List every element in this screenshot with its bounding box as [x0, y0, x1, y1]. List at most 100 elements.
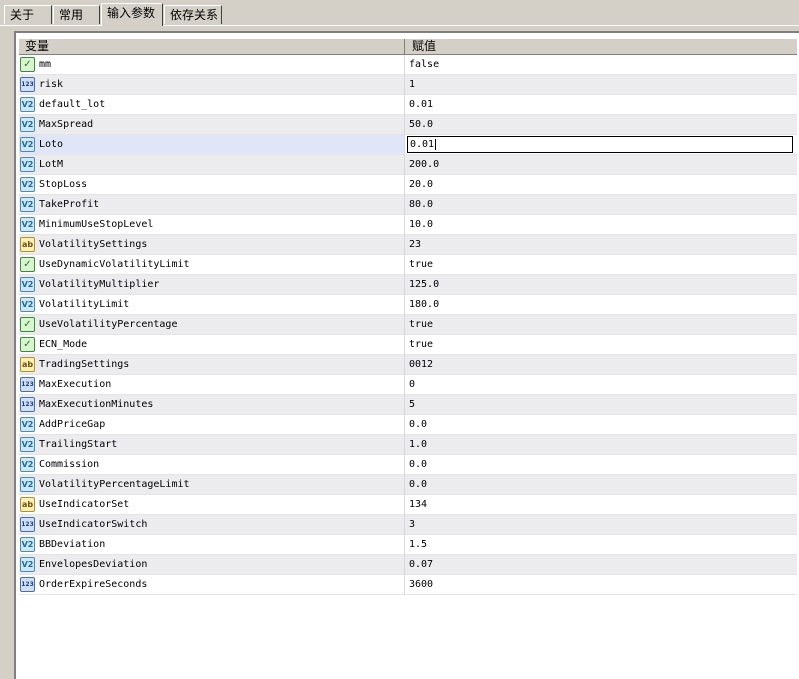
table-row[interactable]: V2 EnvelopesDeviation 0.07 [19, 555, 797, 575]
table-row[interactable]: ✓ mm false [19, 55, 797, 75]
value-cell[interactable]: 50.0 [405, 115, 797, 135]
variable-cell[interactable]: 123 MaxExecutionMinutes [19, 395, 405, 415]
tab-dependencies[interactable]: 依存关系 [164, 5, 222, 24]
table-row[interactable]: ✓ ECN_Mode true [19, 335, 797, 355]
value-cell[interactable]: 0.0 [405, 475, 797, 495]
value-text: 1 [409, 79, 416, 90]
column-header-variable[interactable]: 变量 [19, 39, 405, 55]
value-cell[interactable]: 20.0 [405, 175, 797, 195]
value-cell[interactable]: 1.0 [405, 435, 797, 455]
table-row[interactable]: ab UseIndicatorSet 134 [19, 495, 797, 515]
variable-cell[interactable]: V2 LotM [19, 155, 405, 175]
table-row[interactable]: 123 MaxExecution 0 [19, 375, 797, 395]
table-row[interactable]: V2 LotM 200.0 [19, 155, 797, 175]
variable-cell[interactable]: V2 Loto [19, 135, 405, 155]
variable-cell[interactable]: V2 AddPriceGap [19, 415, 405, 435]
table-row[interactable]: V2 Loto 0.01 [19, 135, 797, 155]
variable-cell[interactable]: V2 BBDeviation [19, 535, 405, 555]
value-cell[interactable]: 200.0 [405, 155, 797, 175]
table-row[interactable]: V2 Commission 0.0 [19, 455, 797, 475]
column-header-value[interactable]: 赋值 [406, 39, 797, 55]
variable-cell[interactable]: ab TradingSettings [19, 355, 405, 375]
value-cell[interactable]: false [405, 55, 797, 75]
variable-name: LotM [39, 159, 64, 170]
variable-cell[interactable]: V2 default_lot [19, 95, 405, 115]
value-cell[interactable]: 0.01 [405, 95, 797, 115]
value-cell[interactable]: 1.5 [405, 535, 797, 555]
string-icon: ab [20, 357, 35, 372]
variable-cell[interactable]: 123 UseIndicatorSwitch [19, 515, 405, 535]
value-cell[interactable]: 0.01 [405, 135, 797, 155]
value-cell[interactable]: 80.0 [405, 195, 797, 215]
variable-cell[interactable]: 123 MaxExecution [19, 375, 405, 395]
table-row[interactable]: V2 MaxSpread 50.0 [19, 115, 797, 135]
variable-cell[interactable]: ✓ UseDynamicVolatilityLimit [19, 255, 405, 275]
table-row[interactable]: V2 default_lot 0.01 [19, 95, 797, 115]
variable-cell[interactable]: V2 MaxSpread [19, 115, 405, 135]
tab-about[interactable]: 关于 [4, 5, 52, 24]
value-cell[interactable]: 1 [405, 75, 797, 95]
variable-cell[interactable]: V2 VolatilityLimit [19, 295, 405, 315]
table-row[interactable]: V2 VolatilityMultiplier 125.0 [19, 275, 797, 295]
table-row[interactable]: ✓ UseVolatilityPercentage true [19, 315, 797, 335]
table-row[interactable]: V2 VolatilityLimit 180.0 [19, 295, 797, 315]
variable-name: BBDeviation [39, 539, 106, 550]
value-cell[interactable]: 23 [405, 235, 797, 255]
value-cell[interactable]: 180.0 [405, 295, 797, 315]
table-row[interactable]: 123 MaxExecutionMinutes 5 [19, 395, 797, 415]
value-cell[interactable]: true [405, 315, 797, 335]
value-text: 0 [409, 379, 416, 390]
table-row[interactable]: V2 TakeProfit 80.0 [19, 195, 797, 215]
variable-cell[interactable]: V2 VolatilityPercentageLimit [19, 475, 405, 495]
table-row[interactable]: V2 StopLoss 20.0 [19, 175, 797, 195]
variable-cell[interactable]: ✓ ECN_Mode [19, 335, 405, 355]
variable-name: default_lot [39, 99, 106, 110]
table-row[interactable]: V2 BBDeviation 1.5 [19, 535, 797, 555]
text-caret [435, 138, 437, 150]
value-cell[interactable]: 125.0 [405, 275, 797, 295]
table-row[interactable]: 123 risk 1 [19, 75, 797, 95]
variable-cell[interactable]: V2 StopLoss [19, 175, 405, 195]
variable-cell[interactable]: V2 MinimumUseStopLevel [19, 215, 405, 235]
value-cell[interactable]: 3600 [405, 575, 797, 595]
double-icon: V2 [20, 137, 35, 152]
table-row[interactable]: V2 TrailingStart 1.0 [19, 435, 797, 455]
variable-cell[interactable]: 123 risk [19, 75, 405, 95]
value-cell[interactable]: 0.0 [405, 455, 797, 475]
table-row[interactable]: ab TradingSettings 0012 [19, 355, 797, 375]
table-row[interactable]: 123 OrderExpireSeconds 3600 [19, 575, 797, 595]
variable-cell[interactable]: V2 TakeProfit [19, 195, 405, 215]
table-row[interactable]: ✓ UseDynamicVolatilityLimit true [19, 255, 797, 275]
value-cell[interactable]: 0 [405, 375, 797, 395]
value-cell[interactable]: 0.0 [405, 415, 797, 435]
value-cell[interactable]: true [405, 335, 797, 355]
variable-cell[interactable]: ✓ mm [19, 55, 405, 75]
table-row[interactable]: ab VolatilitySettings 23 [19, 235, 797, 255]
variable-cell[interactable]: ✓ UseVolatilityPercentage [19, 315, 405, 335]
variable-name: UseIndicatorSwitch [39, 519, 148, 530]
int-icon: 123 [20, 517, 35, 532]
value-cell[interactable]: true [405, 255, 797, 275]
table-row[interactable]: V2 AddPriceGap 0.0 [19, 415, 797, 435]
variable-cell[interactable]: ab VolatilitySettings [19, 235, 405, 255]
int-icon: 123 [20, 577, 35, 592]
variable-cell[interactable]: V2 EnvelopesDeviation [19, 555, 405, 575]
value-cell[interactable]: 134 [405, 495, 797, 515]
value-cell[interactable]: 0.07 [405, 555, 797, 575]
table-row[interactable]: 123 UseIndicatorSwitch 3 [19, 515, 797, 535]
tab-common[interactable]: 常用 [53, 5, 100, 24]
value-cell[interactable]: 10.0 [405, 215, 797, 235]
variable-cell[interactable]: V2 Commission [19, 455, 405, 475]
table-row[interactable]: V2 MinimumUseStopLevel 10.0 [19, 215, 797, 235]
variable-cell[interactable]: ab UseIndicatorSet [19, 495, 405, 515]
variable-cell[interactable]: V2 TrailingStart [19, 435, 405, 455]
value-edit-input[interactable]: 0.01 [407, 136, 793, 153]
value-cell[interactable]: 0012 [405, 355, 797, 375]
value-text: 23 [409, 239, 422, 250]
value-cell[interactable]: 3 [405, 515, 797, 535]
variable-cell[interactable]: V2 VolatilityMultiplier [19, 275, 405, 295]
value-cell[interactable]: 5 [405, 395, 797, 415]
variable-cell[interactable]: 123 OrderExpireSeconds [19, 575, 405, 595]
tab-inputs[interactable]: 输入参数 [101, 3, 163, 26]
table-row[interactable]: V2 VolatilityPercentageLimit 0.0 [19, 475, 797, 495]
